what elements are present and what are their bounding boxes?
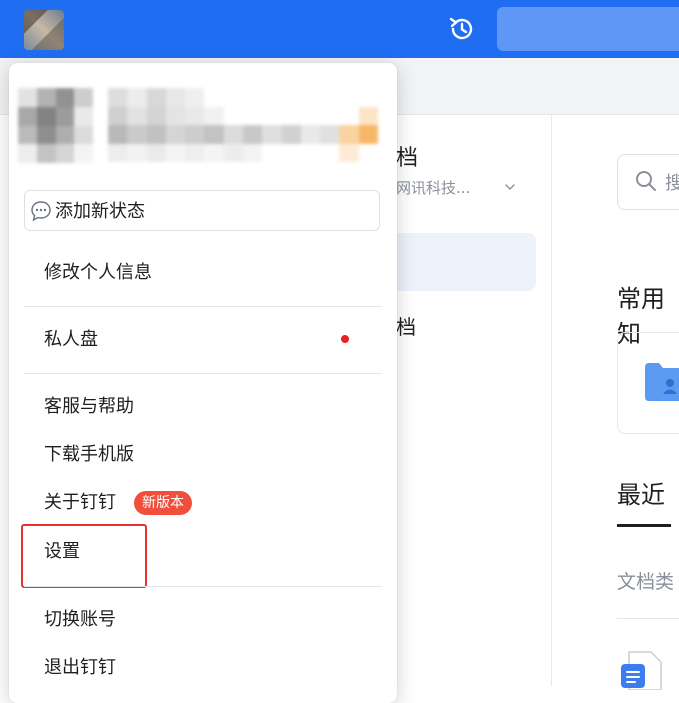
sidebar-item-docs[interactable]: 档 xyxy=(396,311,416,340)
profile-name-blurred xyxy=(108,88,378,162)
support-help-item[interactable]: 客服与帮助 xyxy=(44,395,134,419)
settings-highlight-box xyxy=(21,524,147,588)
switch-account-item[interactable]: 切换账号 xyxy=(44,608,116,632)
chevron-down-icon[interactable] xyxy=(505,182,515,192)
menu-divider xyxy=(24,306,382,307)
about-dingtalk-item[interactable]: 关于钉钉 xyxy=(44,491,116,515)
doc-section-title: 档 xyxy=(396,146,419,171)
profile-avatar-blurred xyxy=(18,88,93,163)
edit-profile-item[interactable]: 修改个人信息 xyxy=(44,261,152,285)
menu-divider xyxy=(24,373,382,374)
download-mobile-item[interactable]: 下载手机版 xyxy=(44,443,134,467)
recent-tab-underline xyxy=(617,524,671,527)
recent-tab[interactable]: 最近 xyxy=(617,475,665,510)
search-placeholder: 搜 xyxy=(665,173,679,194)
private-disk-item[interactable]: 私人盘 xyxy=(44,328,98,352)
sidebar-divider xyxy=(551,115,552,686)
doc-type-filter[interactable]: 文档类 xyxy=(617,567,674,594)
list-divider xyxy=(617,618,679,619)
global-search-bar[interactable] xyxy=(497,7,679,51)
search-icon xyxy=(636,171,656,191)
menu-divider xyxy=(24,586,382,587)
sidebar-item-selected[interactable] xyxy=(396,233,536,291)
add-status-label: 添加新状态 xyxy=(55,201,145,222)
quit-item[interactable]: 退出钉钉 xyxy=(44,656,116,680)
org-selector-label[interactable]: 网讯科技... xyxy=(396,177,470,198)
history-icon[interactable] xyxy=(447,14,477,44)
settings-item[interactable]: 设置 xyxy=(44,540,80,564)
speech-bubble-icon xyxy=(31,201,51,222)
folder-icon xyxy=(645,363,679,401)
notification-dot xyxy=(341,335,349,343)
new-version-badge: 新版本 xyxy=(134,491,192,515)
document-icon xyxy=(621,651,662,690)
user-avatar[interactable] xyxy=(24,10,64,50)
